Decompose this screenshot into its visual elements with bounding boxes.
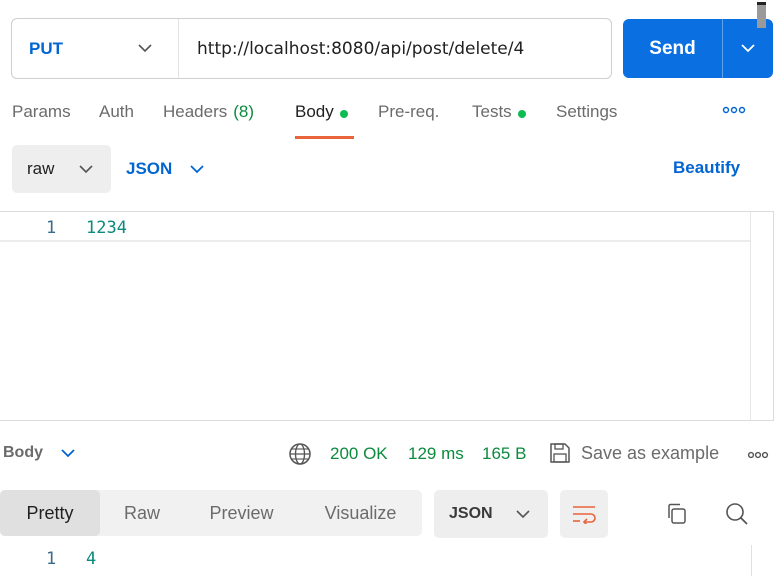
body-mode-select[interactable]: raw xyxy=(12,145,111,193)
tab-body-label: Body xyxy=(295,102,334,121)
globe-icon[interactable] xyxy=(288,442,312,466)
more-icon[interactable] xyxy=(722,106,746,114)
body-language-label: JSON xyxy=(126,159,173,178)
tab-tests[interactable]: Tests xyxy=(472,102,526,140)
body-indicator-dot xyxy=(339,110,348,118)
request-tabs: Params Auth Headers (8) Body Pre-req. Te… xyxy=(12,102,772,140)
tab-pretty[interactable]: Pretty xyxy=(0,490,100,536)
chevron-down-icon xyxy=(79,164,93,173)
tab-body[interactable]: Body xyxy=(295,102,348,140)
response-size[interactable]: 165 B xyxy=(482,444,526,464)
editor-line: 1 1234 xyxy=(0,218,750,242)
response-body-label: Body xyxy=(3,444,43,461)
copy-button[interactable] xyxy=(664,501,690,527)
editor-line-number: 1 xyxy=(46,218,57,238)
wrap-lines-button[interactable] xyxy=(560,490,608,538)
send-button[interactable]: Send xyxy=(623,19,723,78)
tab-auth-label: Auth xyxy=(99,102,134,121)
tab-settings[interactable]: Settings xyxy=(556,102,617,140)
response-time[interactable]: 129 ms xyxy=(408,444,464,464)
active-tab-underline xyxy=(295,136,354,139)
save-icon xyxy=(550,443,570,463)
chevron-down-icon xyxy=(741,44,755,53)
search-button[interactable] xyxy=(724,501,750,527)
editor-scrollbar-track[interactable] xyxy=(750,212,773,420)
chevron-down-icon xyxy=(516,509,530,518)
response-format-select[interactable]: JSON xyxy=(434,490,548,538)
copy-icon xyxy=(668,503,686,524)
response-content[interactable]: 4 xyxy=(86,549,96,569)
beautify-button[interactable]: Beautify xyxy=(673,158,740,178)
chevron-down-icon xyxy=(190,164,204,173)
response-editor[interactable]: 1 4 xyxy=(0,546,777,576)
method-select[interactable]: PUT xyxy=(12,19,179,78)
tests-indicator-dot xyxy=(517,110,526,118)
tab-params[interactable]: Params xyxy=(12,102,71,140)
save-as-example-button[interactable]: Save as example xyxy=(549,442,719,464)
response-line-number: 1 xyxy=(46,549,57,569)
tab-preview[interactable]: Preview xyxy=(184,490,299,536)
tab-auth[interactable]: Auth xyxy=(99,102,134,140)
tab-prereq-label: Pre-req. xyxy=(378,102,440,121)
chevron-down-icon xyxy=(61,448,75,457)
tab-raw[interactable]: Raw xyxy=(100,490,184,536)
status-code[interactable]: 200 OK xyxy=(330,444,388,464)
request-url-bar: PUT http://localhost:8080/api/post/delet… xyxy=(11,18,612,79)
search-icon xyxy=(726,503,748,525)
body-mode-label: raw xyxy=(27,159,55,178)
url-input[interactable]: http://localhost:8080/api/post/delete/4 xyxy=(179,39,524,59)
tab-settings-label: Settings xyxy=(556,102,618,121)
tab-visualize[interactable]: Visualize xyxy=(299,490,422,536)
response-format-label: JSON xyxy=(449,505,493,522)
response-scrollbar[interactable] xyxy=(751,545,752,576)
headers-count: (8) xyxy=(233,102,255,121)
response-header: Body 200 OK 129 ms 165 B Save as example xyxy=(0,430,777,478)
response-view-tabs: Pretty Raw Preview Visualize xyxy=(0,490,422,536)
chevron-down-icon xyxy=(138,44,152,53)
send-button-group: Send xyxy=(623,19,773,78)
editor-content[interactable]: 1234 xyxy=(86,218,127,238)
tab-headers-label: Headers xyxy=(163,102,228,121)
tab-headers[interactable]: Headers (8) xyxy=(163,102,254,140)
tab-prereq[interactable]: Pre-req. xyxy=(378,102,439,140)
response-body-select[interactable]: Body xyxy=(3,444,75,462)
tab-params-label: Params xyxy=(12,102,71,121)
more-icon[interactable] xyxy=(747,451,769,459)
save-as-example-label: Save as example xyxy=(581,442,720,463)
body-language-select[interactable]: JSON xyxy=(126,145,204,193)
editor-scrollbar-thumb[interactable] xyxy=(757,2,766,28)
wrap-lines-icon xyxy=(573,506,596,524)
method-label: PUT xyxy=(29,38,63,58)
body-editor[interactable]: 1 1234 xyxy=(0,211,774,421)
tab-tests-label: Tests xyxy=(472,102,512,121)
